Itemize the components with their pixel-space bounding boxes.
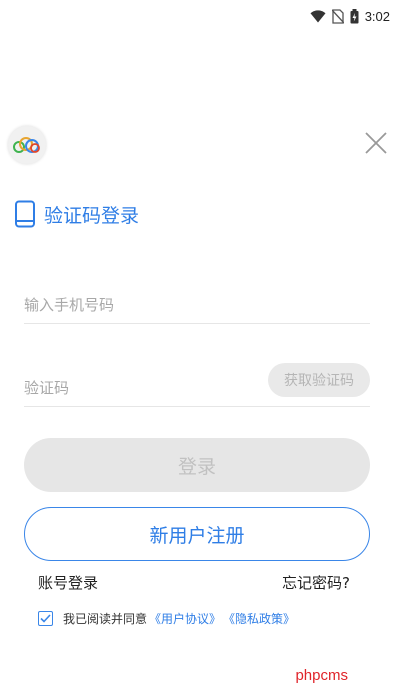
status-bar: 3:02 bbox=[0, 0, 400, 36]
close-button[interactable] bbox=[364, 131, 388, 155]
agreement-row: 我已阅读并同意 《用户协议》 《隐私政策》 bbox=[38, 610, 295, 627]
account-login-link[interactable]: 账号登录 bbox=[38, 572, 98, 593]
status-time: 3:02 bbox=[364, 9, 390, 24]
phone-icon bbox=[15, 200, 35, 228]
page-title-row: 验证码登录 bbox=[14, 200, 139, 228]
no-sim-icon bbox=[331, 9, 344, 24]
forgot-password-link[interactable]: 忘记密码? bbox=[282, 572, 350, 593]
code-field-row: 获取验证码 bbox=[24, 363, 370, 407]
agreement-checkbox[interactable] bbox=[38, 611, 53, 626]
app-logo bbox=[8, 126, 46, 164]
agreement-prefix: 我已阅读并同意 bbox=[63, 612, 148, 626]
check-icon bbox=[40, 614, 51, 623]
register-button[interactable]: 新用户注册 bbox=[24, 507, 370, 561]
close-icon bbox=[365, 132, 387, 154]
get-code-button[interactable]: 获取验证码 bbox=[268, 363, 370, 397]
verification-code-input[interactable] bbox=[24, 376, 254, 400]
wifi-icon bbox=[310, 10, 326, 23]
user-agreement-link[interactable]: 《用户协议》 bbox=[149, 610, 221, 627]
link-row: 账号登录 忘记密码? bbox=[38, 572, 350, 593]
cloud-logo-icon bbox=[13, 137, 40, 153]
login-button[interactable]: 登录 bbox=[24, 438, 370, 492]
watermark: phpcms bbox=[295, 667, 348, 684]
phone-input[interactable] bbox=[24, 293, 254, 317]
battery-icon bbox=[350, 9, 359, 24]
page-title: 验证码登录 bbox=[44, 204, 140, 227]
privacy-policy-link[interactable]: 《隐私政策》 bbox=[223, 610, 295, 627]
phone-field-row bbox=[24, 280, 370, 324]
status-icons: 3:02 bbox=[310, 9, 390, 24]
